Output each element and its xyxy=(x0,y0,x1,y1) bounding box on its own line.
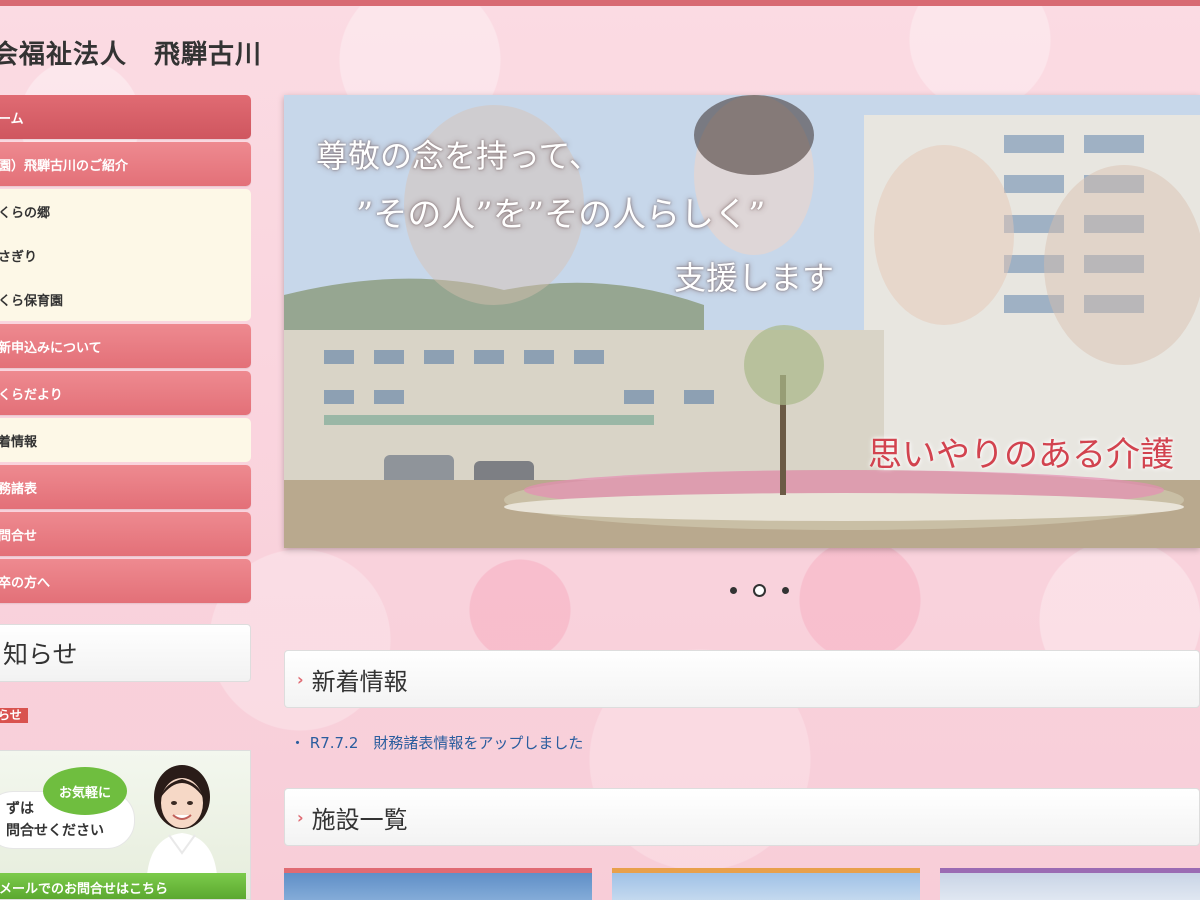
nav-item-newsletter[interactable]: くらだより xyxy=(0,371,251,415)
slide-caption-line2: ”その人”を”その人らしく” xyxy=(356,195,766,235)
facility-card-image xyxy=(284,873,592,900)
slider-dot-1[interactable] xyxy=(730,587,737,594)
nav-item-label: 園）飛騨古川のご紹介 xyxy=(0,158,129,174)
slider-dot-2[interactable] xyxy=(753,584,766,597)
facility-card-3[interactable] xyxy=(940,868,1200,900)
facilities-section-title: 施設一覧 xyxy=(311,805,408,834)
slide-caption-bottom: 思いやりのある介護 xyxy=(868,435,1174,475)
contact-bubble-line2: 問合せください xyxy=(6,823,104,839)
news-section-title: 新着情報 xyxy=(311,667,408,696)
facility-card-2[interactable] xyxy=(612,868,920,900)
nav-item-financial-statements[interactable]: 務諸表 xyxy=(0,465,251,509)
slide-caption-line3: 支援します xyxy=(674,259,835,297)
staff-woman-icon xyxy=(147,765,217,875)
top-accent-bar xyxy=(0,0,1200,6)
facility-card-image xyxy=(612,873,920,900)
nav-item-label: さぎり xyxy=(0,249,38,265)
nav-subitem-sagiri[interactable]: さぎり xyxy=(0,233,251,277)
facility-card-1[interactable] xyxy=(284,868,592,900)
news-item-link[interactable]: ・ R7.7.2 財務諸表情報をアップしました xyxy=(290,732,583,753)
nav-submenu-news: 着情報 xyxy=(0,418,251,462)
nav-item-contact[interactable]: 問合せ xyxy=(0,512,251,556)
nav-item-label: くらだより xyxy=(0,387,63,403)
nav-item-label: 問合せ xyxy=(0,528,38,544)
nav-item-application[interactable]: 新申込みについて xyxy=(0,324,251,368)
nav-subitem-sakura-nursery[interactable]: くら保育園 xyxy=(0,277,251,321)
mail-contact-button[interactable]: メールでのお問合せはこちら xyxy=(0,873,246,899)
nav-submenu-facilities: くらの郷 さぎり くら保育園 xyxy=(0,189,251,321)
facility-card-image xyxy=(940,873,1200,900)
nav-item-label: 着情報 xyxy=(0,434,38,450)
chevron-right-icon: › xyxy=(297,807,304,827)
nav-item-introduction[interactable]: 園）飛騨古川のご紹介 xyxy=(0,142,251,186)
contact-green-bubble: お気軽に xyxy=(43,767,127,815)
nav-item-label: 卒の方へ xyxy=(0,575,51,591)
news-section-heading: › 新着情報 xyxy=(284,650,1200,708)
chevron-right-icon: › xyxy=(297,669,304,689)
contact-banner[interactable]: ずは 問合せください お気軽に メールでのお問合せはこちら xyxy=(0,750,251,900)
nav-item-label: 務諸表 xyxy=(0,481,38,497)
sidebar-notice-heading: 知らせ xyxy=(0,624,251,682)
slide-caption-line1: 尊敬の念を持って、 xyxy=(316,137,601,175)
nav-item-label: ーム xyxy=(0,111,24,127)
slider-pagination xyxy=(730,584,789,597)
hero-slider[interactable]: 尊敬の念を持って、 ”その人”を”その人らしく” 支援します 思いやりのある介護 xyxy=(284,95,1200,548)
nav-item-label: 新申込みについて xyxy=(0,340,102,356)
nav-item-label: くらの郷 xyxy=(0,205,51,221)
nav-subitem-news[interactable]: 着情報 xyxy=(0,418,251,462)
slider-dot-3[interactable] xyxy=(782,587,789,594)
nav-item-home[interactable]: ーム xyxy=(0,95,251,139)
nav-subitem-sakura-no-sato[interactable]: くらの郷 xyxy=(0,189,251,233)
facilities-section-heading: › 施設一覧 xyxy=(284,788,1200,846)
nav-item-graduates[interactable]: 卒の方へ xyxy=(0,559,251,603)
nav-item-label: くら保育園 xyxy=(0,293,64,309)
sidebar-notice-label[interactable]: らせ xyxy=(0,708,28,723)
site-title[interactable]: 会福祉法人 飛騨古川 xyxy=(0,34,262,71)
sidebar-nav: ーム 園）飛騨古川のご紹介 くらの郷 さぎり くら保育園 新申込みについて くら… xyxy=(0,95,251,606)
